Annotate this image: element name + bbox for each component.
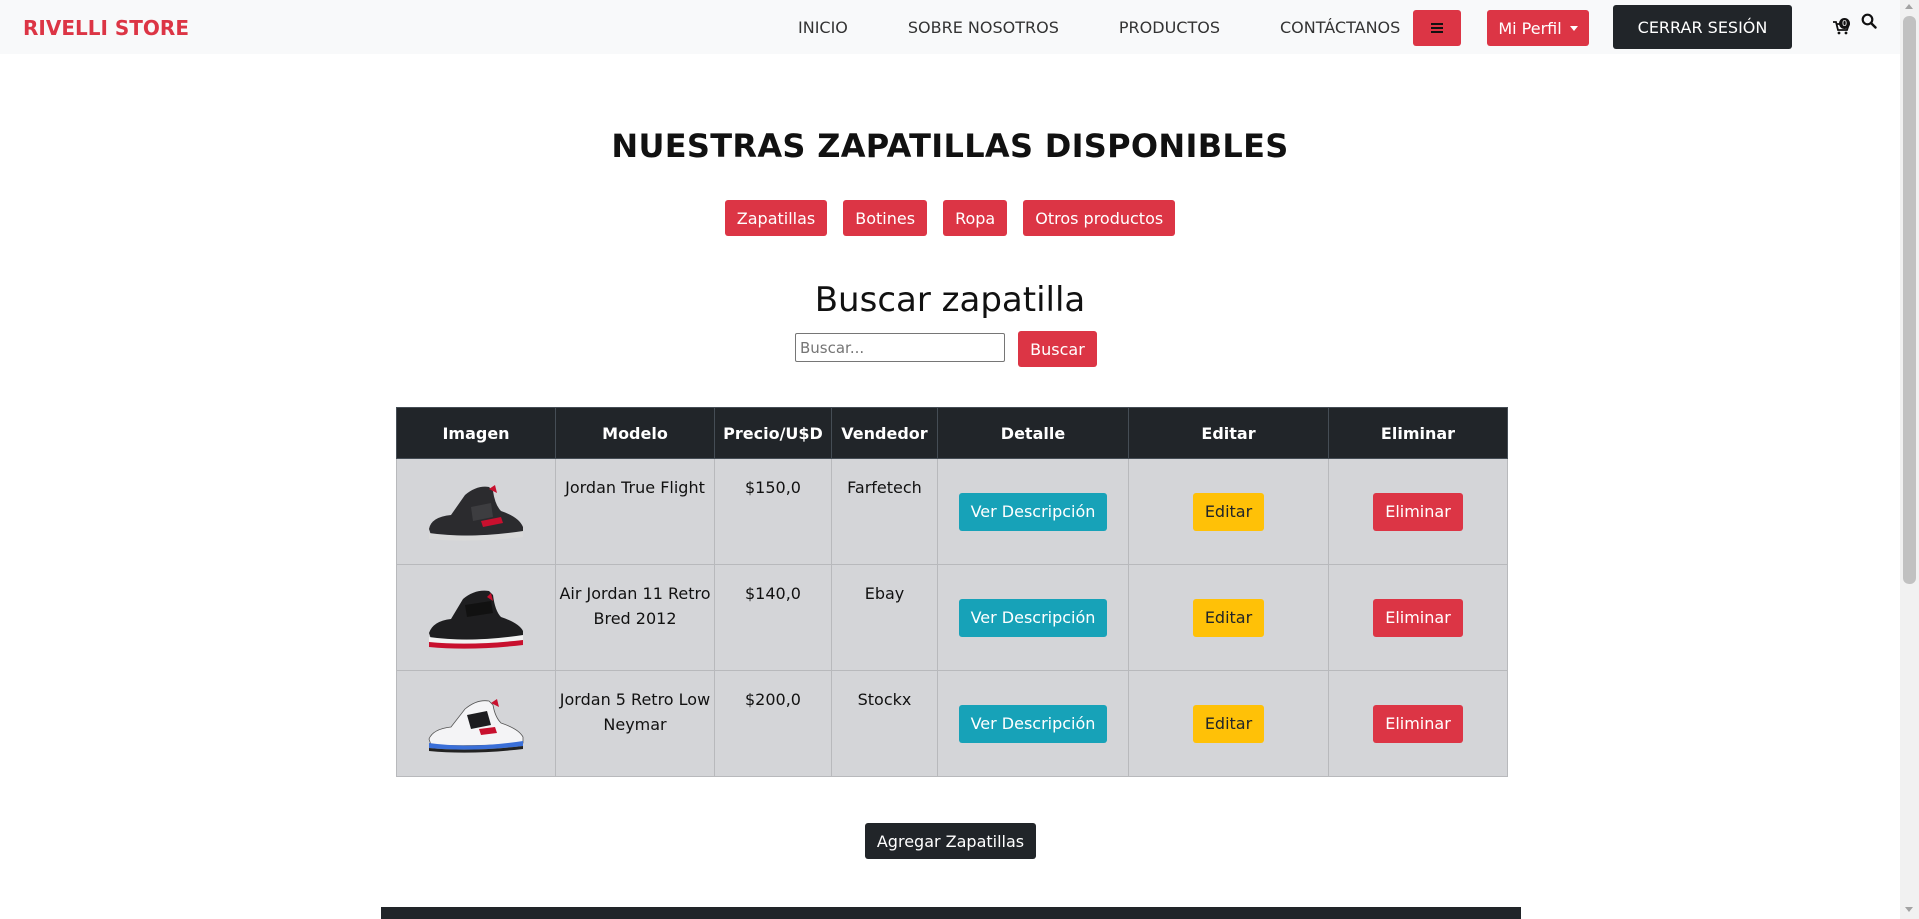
scroll-down-arrow-icon[interactable]: [1905, 907, 1913, 912]
delete-button[interactable]: Eliminar: [1373, 492, 1463, 531]
hamburger-icon: [1431, 23, 1443, 33]
price: $200,0: [745, 690, 801, 709]
nav-links: INICIO SOBRE NOSOTROS PRODUCTOS CONTÁCTA…: [770, 0, 1460, 54]
seller: Farfetech: [847, 478, 922, 497]
search-button[interactable]: Buscar: [1018, 331, 1097, 367]
edit-button[interactable]: Editar: [1192, 598, 1265, 637]
logout-button[interactable]: CERRAR SESIÓN: [1613, 5, 1792, 49]
edit-button[interactable]: Editar: [1192, 492, 1265, 531]
search-input[interactable]: [795, 333, 1005, 362]
delete-button[interactable]: Eliminar: [1373, 704, 1463, 743]
table-header-row: Imagen Modelo Precio/U$D Vendedor Detall…: [396, 407, 1508, 459]
footer: [381, 907, 1521, 919]
view-description-button[interactable]: Ver Descripción: [958, 704, 1108, 743]
table-header: Imagen: [396, 407, 556, 459]
page-title: NUESTRAS ZAPATILLAS DISPONIBLES: [611, 127, 1289, 165]
nav-link-productos[interactable]: PRODUCTOS: [1119, 18, 1220, 37]
table-row: Jordan 5 Retro Low Neymar $200,0 Stockx …: [396, 670, 1508, 777]
nav-link-inicio[interactable]: INICIO: [798, 18, 848, 37]
shoe-image-cell: [396, 564, 556, 671]
edit-button[interactable]: Editar: [1192, 704, 1265, 743]
table-header: Editar: [1128, 407, 1329, 459]
table-header: Detalle: [937, 407, 1129, 459]
seller: Ebay: [864, 584, 905, 603]
category-buttons: Zapatillas Botines Ropa Otros productos: [0, 200, 1900, 236]
table-row: Air Jordan 11 Retro Bred 2012 $140,0 Eba…: [396, 564, 1508, 671]
price: $140,0: [745, 584, 801, 603]
shoe-image: [428, 698, 524, 753]
model-name: Jordan 5 Retro Low Neymar: [559, 690, 711, 734]
category-button-ropa[interactable]: Ropa: [943, 200, 1008, 236]
seller: Stockx: [857, 690, 912, 709]
brand-logo[interactable]: RIVELLI STORE: [23, 16, 189, 40]
table-header: Eliminar: [1328, 407, 1508, 459]
table-header: Vendedor: [831, 407, 938, 459]
model-name: Jordan True Flight: [565, 478, 705, 497]
profile-dropdown-button[interactable]: Mi Perfil: [1487, 10, 1589, 46]
menu-button[interactable]: [1413, 10, 1461, 46]
scroll-up-arrow-icon[interactable]: [1905, 4, 1913, 9]
category-button-botines[interactable]: Botines: [843, 200, 928, 236]
search-icon[interactable]: [1861, 13, 1877, 29]
view-description-button[interactable]: Ver Descripción: [958, 598, 1108, 637]
shoe-image: [429, 484, 523, 541]
delete-button[interactable]: Eliminar: [1373, 598, 1463, 637]
category-button-zapatillas[interactable]: Zapatillas: [724, 200, 828, 236]
shoe-image-cell: [396, 670, 556, 777]
cart-count-badge: 0: [1839, 18, 1850, 29]
view-description-button[interactable]: Ver Descripción: [958, 492, 1108, 531]
nav-link-sobre-nosotros[interactable]: SOBRE NOSOTROS: [908, 18, 1059, 37]
shoe-image: [429, 590, 523, 649]
table-row: Jordan True Flight $150,0 Farfetech Ver …: [396, 458, 1508, 565]
model-name: Air Jordan 11 Retro Bred 2012: [559, 584, 711, 628]
profile-label: Mi Perfil: [1498, 18, 1562, 38]
nav-link-contactanos[interactable]: CONTÁCTANOS: [1280, 18, 1400, 37]
shoe-image-cell: [396, 458, 556, 565]
search-title: Buscar zapatilla: [814, 280, 1086, 320]
navbar: RIVELLI STORE INICIO SOBRE NOSOTROS PROD…: [0, 0, 1900, 54]
table-header: Precio/U$D: [714, 407, 832, 459]
category-button-otros-productos[interactable]: Otros productos: [1023, 200, 1176, 236]
table-header: Modelo: [555, 407, 715, 459]
price: $150,0: [745, 478, 801, 497]
vertical-scrollbar[interactable]: [1900, 0, 1919, 919]
caret-down-icon: [1569, 25, 1578, 31]
add-shoes-button[interactable]: Agregar Zapatillas: [865, 823, 1036, 859]
products-table: Imagen Modelo Precio/U$D Vendedor Detall…: [396, 407, 1508, 777]
scrollbar-thumb[interactable]: [1903, 16, 1916, 584]
